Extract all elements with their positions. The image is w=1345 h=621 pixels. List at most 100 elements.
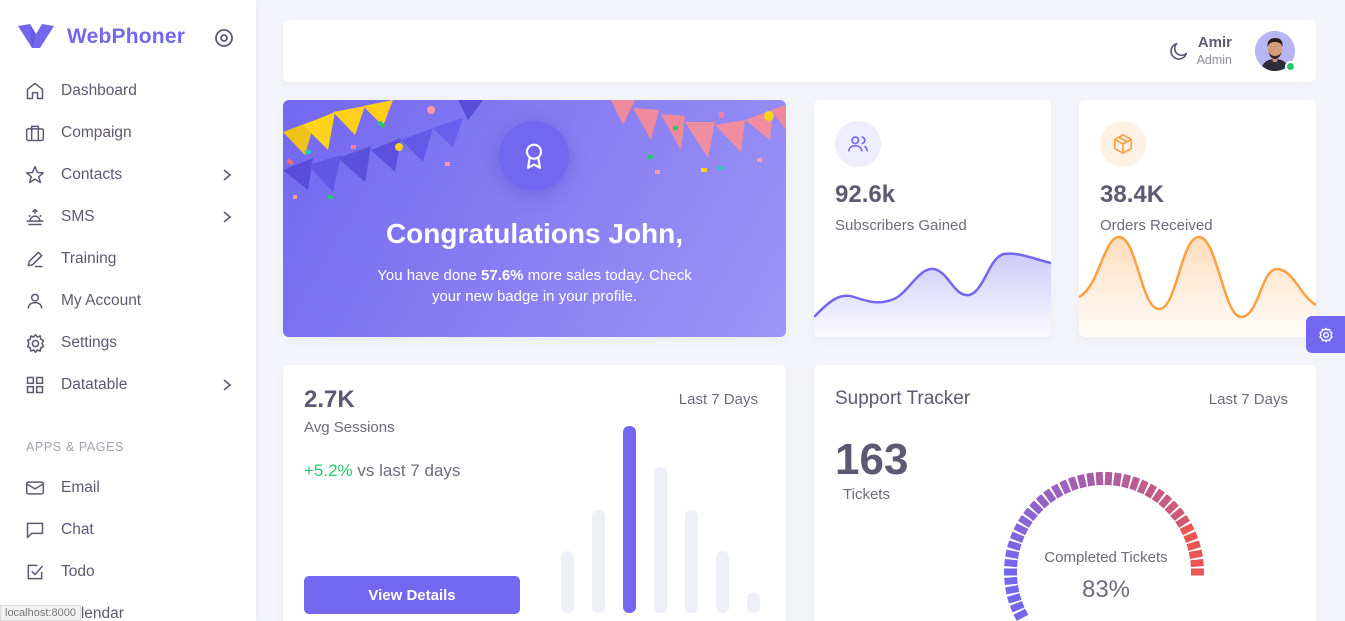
gauge-segment	[1007, 540, 1022, 551]
sidebar-item-label: Settings	[61, 334, 118, 351]
period-dropdown[interactable]: Last 7 Days	[679, 391, 758, 408]
gauge-segment	[1170, 507, 1185, 521]
session-bar	[623, 426, 636, 613]
sessions-growth: +5.2% vs last 7 days	[304, 461, 460, 481]
moon-icon[interactable]	[1168, 40, 1190, 62]
sessions-label: Avg Sessions	[304, 419, 395, 436]
congratulations-card: Congratulations John, You have done 57.6…	[283, 100, 786, 337]
gauge-segment	[1086, 472, 1096, 487]
gauge-segment	[1104, 471, 1113, 486]
gauge-value: 83%	[1081, 576, 1131, 603]
sidebar-toggle-icon[interactable]	[214, 28, 234, 48]
sidebar-item-label: Dashboard	[61, 82, 137, 99]
gauge-segment	[1009, 601, 1025, 613]
main-nav: Dashboard Compaign Contacts SMS Training…	[0, 70, 256, 406]
gauge-segment	[1175, 514, 1191, 528]
period-dropdown[interactable]: Last 7 Days	[1209, 391, 1288, 408]
settings-icon	[1318, 327, 1333, 342]
sidebar-item-my-account[interactable]: My Account	[0, 280, 256, 322]
gauge-segment	[1183, 531, 1199, 543]
sidebar-item-compaign[interactable]: Compaign	[0, 112, 256, 154]
sidebar-item-label: Chat	[61, 521, 94, 538]
orders-card: 38.4K Orders Received	[1079, 100, 1316, 337]
gauge-segment	[1009, 531, 1025, 543]
subscribers-area-chart	[814, 252, 1051, 337]
gauge-segment	[1095, 471, 1104, 486]
congratulations-title: Congratulations John,	[385, 218, 684, 249]
support-tracker-card: Support Tracker Last 7 Days 163 Tickets …	[814, 365, 1316, 621]
tickets-value: 163	[835, 435, 909, 484]
session-bar	[561, 551, 574, 613]
gauge-segment	[1043, 488, 1057, 504]
orders-value: 38.4K	[1100, 181, 1165, 208]
sidebar-item-label: Email	[61, 479, 100, 496]
sales-percent: 57.6%	[481, 267, 524, 284]
brand[interactable]: WebPhoner	[18, 24, 185, 50]
message-square-icon	[24, 519, 46, 541]
sidebar-item-contacts[interactable]: Contacts	[0, 154, 256, 196]
brand-logo-icon	[18, 24, 54, 48]
sidebar-item-datatable[interactable]: Datatable	[0, 364, 256, 406]
gauge-segment	[1112, 472, 1122, 487]
view-details-button[interactable]: View Details	[304, 576, 520, 614]
sidebar-item-label: Contacts	[61, 166, 123, 183]
package-icon	[1113, 134, 1133, 154]
edit-icon	[24, 248, 46, 270]
sidebar-item-sms[interactable]: SMS	[0, 196, 256, 238]
subscribers-value: 92.6k	[835, 181, 896, 208]
brand-name: WebPhoner	[67, 25, 186, 48]
grid-icon	[24, 374, 46, 396]
top-navbar: Amir Admin	[283, 20, 1316, 82]
sidebar-item-label: Datatable	[61, 376, 128, 393]
chevron-right-icon	[223, 169, 232, 181]
sidebar-item-label: Training	[61, 250, 117, 267]
stat-icon-wrap	[1100, 121, 1146, 167]
message-text-start: You have done	[377, 267, 482, 284]
growth-percent: +5.2%	[304, 461, 353, 480]
gauge-segment	[1013, 523, 1029, 536]
congratulations-message: You have done 57.6% more sales today. Ch…	[363, 265, 706, 307]
sidebar-item-email[interactable]: Email	[0, 467, 256, 509]
sunrise-icon	[24, 206, 46, 228]
briefcase-icon	[24, 122, 46, 144]
sidebar-item-label: Todo	[61, 563, 95, 580]
section-title-apps: APPS & PAGES	[26, 440, 124, 454]
customizer-toggle-button[interactable]	[1306, 316, 1345, 353]
subscribers-card: 92.6k Subscribers Gained	[814, 100, 1051, 337]
sidebar-item-label: My Account	[61, 292, 142, 309]
sidebar-item-todo[interactable]: Todo	[0, 551, 256, 593]
gauge-segment	[1013, 608, 1029, 621]
gauge-segment	[1029, 500, 1044, 515]
gauge-label: Completed Tickets	[1044, 549, 1168, 566]
gauge-segment	[1035, 494, 1050, 509]
home-icon	[24, 80, 46, 102]
gauge-segment	[1136, 479, 1149, 495]
gauge-segment	[1017, 514, 1033, 528]
gauge-segment	[1151, 488, 1165, 504]
user-name[interactable]: Amir	[1198, 34, 1232, 51]
gauge-segment	[1186, 540, 1201, 551]
users-icon	[848, 136, 868, 152]
support-title: Support Tracker	[835, 388, 971, 409]
gauge-segment	[1164, 500, 1179, 515]
gauge-segment	[1158, 494, 1173, 509]
session-bar	[685, 510, 698, 613]
sidebar: WebPhoner Dashboard Compaign Contacts SM…	[0, 0, 256, 621]
tickets-label: Tickets	[843, 486, 890, 503]
sessions-value: 2.7K	[304, 386, 355, 413]
gauge-segment	[1050, 483, 1064, 499]
sidebar-item-settings[interactable]: Settings	[0, 322, 256, 364]
sidebar-item-dashboard[interactable]: Dashboard	[0, 70, 256, 112]
sidebar-item-chat[interactable]: Chat	[0, 509, 256, 551]
gauge-segment	[1121, 473, 1132, 489]
sidebar-item-label: SMS	[61, 208, 95, 225]
gauge-segment	[1144, 483, 1158, 499]
sidebar-item-label: Compaign	[61, 124, 132, 141]
chevron-right-icon	[223, 211, 232, 223]
sidebar-item-training[interactable]: Training	[0, 238, 256, 280]
award-icon	[525, 143, 543, 169]
chevron-right-icon	[223, 379, 232, 391]
sessions-bar-chart	[561, 426, 760, 613]
gauge-segment	[1059, 479, 1072, 495]
user-icon	[24, 290, 46, 312]
